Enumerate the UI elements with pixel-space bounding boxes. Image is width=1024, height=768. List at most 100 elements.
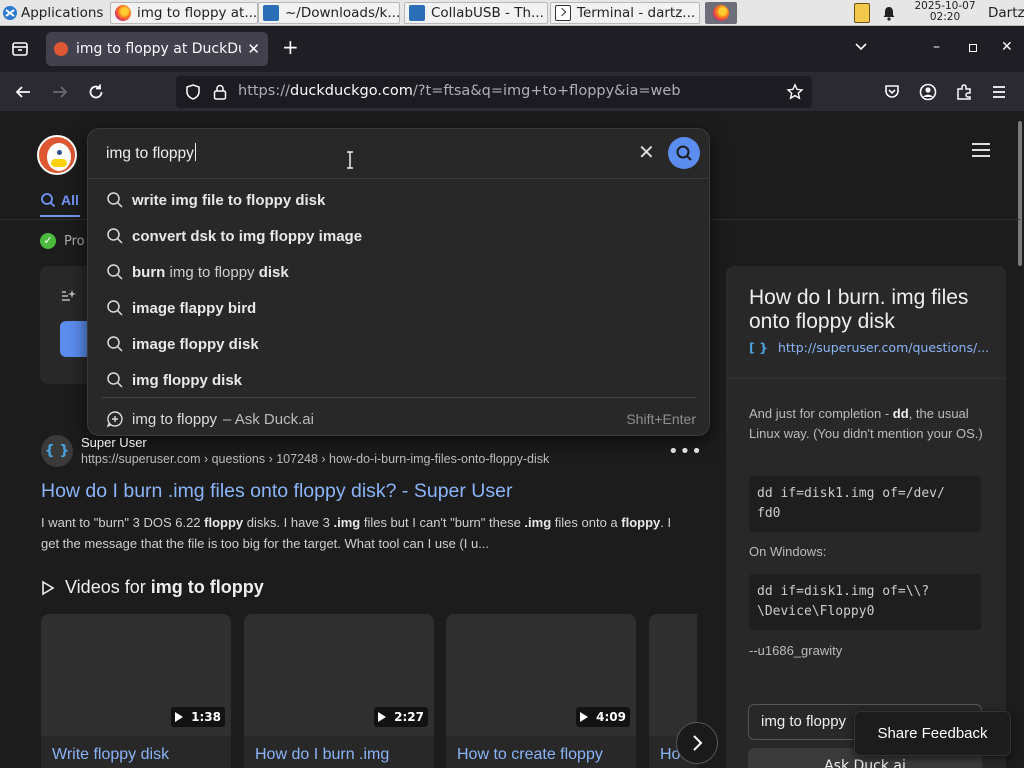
video-title: Write floppy disk <box>52 746 170 763</box>
code-block-windows: dd if=disk1.img of=\\? \Device\Floppy0 <box>749 574 981 630</box>
carousel-next-button[interactable] <box>676 722 718 764</box>
result-title-link[interactable]: How do I burn .img files onto floppy dis… <box>41 480 512 503</box>
suggestion-item[interactable]: burn img to floppy disk <box>106 254 696 290</box>
suggestion-text-part: convert dsk to img floppy image <box>132 227 363 245</box>
taskbar-window-collabusb[interactable]: CollabUSB - Th... <box>404 2 548 24</box>
tab-active[interactable]: img to floppy at DuckDuckGo ✕ <box>46 32 268 66</box>
video-duration-badge: 1:38 <box>171 707 225 727</box>
snippet-text-part: disks. I have 3 <box>243 515 334 530</box>
list-all-tabs-icon[interactable] <box>854 42 868 52</box>
snippet-text-part: floppy <box>621 515 661 530</box>
check-icon: ✓ <box>40 233 56 249</box>
url-domain: duckduckgo.com <box>289 83 413 99</box>
videos-heading-query: img to floppy <box>150 577 264 597</box>
notifications-applet[interactable] <box>881 2 897 24</box>
clock[interactable]: 2025-10-07 02:20 <box>906 1 984 23</box>
ask-duck-ai-label: Ask Duck.ai <box>824 758 906 768</box>
xfce-logo-icon <box>3 6 17 20</box>
url-text[interactable]: https://duckduckgo.com/?t=ftsa&q=img+to+… <box>238 83 681 99</box>
suggestion-text-part: write img file to floppy disk <box>132 191 326 209</box>
new-tab-button[interactable]: + <box>282 35 299 59</box>
stack-exchange-icon: [ } <box>749 340 768 355</box>
close-tab-icon[interactable]: ✕ <box>247 40 260 58</box>
share-feedback-button[interactable]: Share Feedback <box>854 711 1011 756</box>
terminal-icon <box>555 5 571 21</box>
firefox-icon <box>713 5 729 21</box>
search-input[interactable]: img to floppy <box>106 143 196 163</box>
answer-title: How do I burn. img files onto floppy dis… <box>749 286 969 333</box>
video-card[interactable]: 4:09 How to create floppy <box>446 614 636 768</box>
videos-heading-prefix: Videos for <box>65 577 151 597</box>
view-recent-browsing-icon[interactable] <box>11 40 29 58</box>
bookmark-star-icon[interactable] <box>786 83 804 101</box>
tracking-protection-shield-icon[interactable] <box>184 83 202 101</box>
taskbar-window-terminal[interactable]: Terminal - dartz... <box>550 2 700 24</box>
suggestion-item[interactable]: write img file to floppy disk <box>106 182 696 218</box>
page-menu-hamburger-icon[interactable] <box>972 143 990 161</box>
user-menu[interactable]: Dartz <box>988 2 1024 24</box>
account-icon[interactable] <box>919 83 937 101</box>
video-card[interactable]: 2:27 How do I burn .img <box>244 614 434 768</box>
minimize-window-button[interactable]: – <box>933 39 940 55</box>
suggestion-text: image floppy disk <box>132 336 259 353</box>
maximize-window-button[interactable] <box>969 44 977 52</box>
result-url[interactable]: https://superuser.com › questions › 1072… <box>81 452 549 466</box>
suggestion-text: convert dsk to img floppy image <box>132 228 362 245</box>
taskbar-window-title: Terminal - dartz... <box>577 5 696 21</box>
snippet-text-part: .img <box>333 515 361 530</box>
address-bar[interactable]: https://duckduckgo.com/?t=ftsa&q=img+to+… <box>176 76 812 108</box>
answer-source-link[interactable]: http://superuser.com/questions/... <box>778 340 989 355</box>
video-thumbnail <box>649 614 697 736</box>
clear-search-icon[interactable]: ✕ <box>638 142 655 162</box>
clipboard-applet[interactable] <box>854 2 870 24</box>
suggestion-text-part: image floppy disk <box>132 335 259 353</box>
play-icon <box>175 712 184 722</box>
suggestion-item[interactable]: img floppy disk <box>106 362 696 398</box>
search-icon <box>676 145 692 161</box>
video-card[interactable]: 1:38 Write floppy disk <box>41 614 231 768</box>
browser-tab-bar: img to floppy at DuckDuckGo ✕ + – ✕ <box>0 27 1024 72</box>
ask-duck-ai-suggestion[interactable]: img to floppy – Ask Duck.ai Shift+Enter <box>106 401 696 437</box>
code-block-linux: dd if=disk1.img of=/dev/ fd0 <box>749 476 981 532</box>
answer-side-panel: How do I burn. img files onto floppy dis… <box>726 266 1006 768</box>
answer-intro: And just for completion - dd, the usual … <box>749 404 984 444</box>
suggestion-item[interactable]: image flappy bird <box>106 290 696 326</box>
divider <box>102 397 696 398</box>
tab-active-underline <box>40 215 80 217</box>
reload-icon[interactable] <box>87 83 105 101</box>
close-window-button[interactable]: ✕ <box>1001 39 1013 55</box>
result-site-name[interactable]: Super User <box>81 435 147 450</box>
lock-icon[interactable] <box>212 83 228 101</box>
suggestion-item[interactable]: image floppy disk <box>106 326 696 362</box>
divider <box>726 378 1006 379</box>
back-arrow-icon[interactable] <box>14 83 32 101</box>
app-menu-hamburger-icon[interactable] <box>991 84 1007 100</box>
videos-heading[interactable]: Videos for img to floppy <box>41 577 264 598</box>
protection-status[interactable]: ✓ Pro <box>40 233 85 249</box>
forward-arrow-icon[interactable] <box>51 83 69 101</box>
pocket-icon[interactable] <box>883 83 901 101</box>
tab-all[interactable]: All <box>40 192 79 208</box>
result-favicon-icon[interactable]: { } <box>41 435 73 467</box>
taskbar-window-firefox[interactable]: img to floppy at... <box>110 2 258 24</box>
windows-label: On Windows: <box>749 544 827 559</box>
suggestion-item[interactable]: convert dsk to img floppy image <box>106 218 696 254</box>
taskbar-window-files[interactable]: ~/Downloads/k... <box>258 2 400 24</box>
taskbar-window-title: CollabUSB - Th... <box>431 5 544 21</box>
duckduckgo-logo[interactable] <box>37 135 77 175</box>
snippet-text-part: files but I can't "burn" these <box>360 515 525 530</box>
snippet-text-part: floppy <box>204 515 244 530</box>
answer-source[interactable]: [ } http://superuser.com/questions/... <box>749 340 989 355</box>
video-duration: 4:09 <box>596 710 626 724</box>
sparkle-icon <box>62 290 76 301</box>
extensions-puzzle-icon[interactable] <box>955 83 973 101</box>
search-icon <box>41 193 56 208</box>
clipboard-icon <box>854 3 870 23</box>
page-scrollbar[interactable] <box>1018 121 1022 266</box>
more-options-icon[interactable]: ••• <box>668 441 703 462</box>
clock-time: 02:20 <box>929 11 961 23</box>
applications-menu[interactable]: Applications <box>2 2 103 24</box>
play-icon <box>580 712 589 722</box>
search-button[interactable] <box>668 137 700 169</box>
taskbar-launcher-firefox[interactable] <box>705 2 737 24</box>
